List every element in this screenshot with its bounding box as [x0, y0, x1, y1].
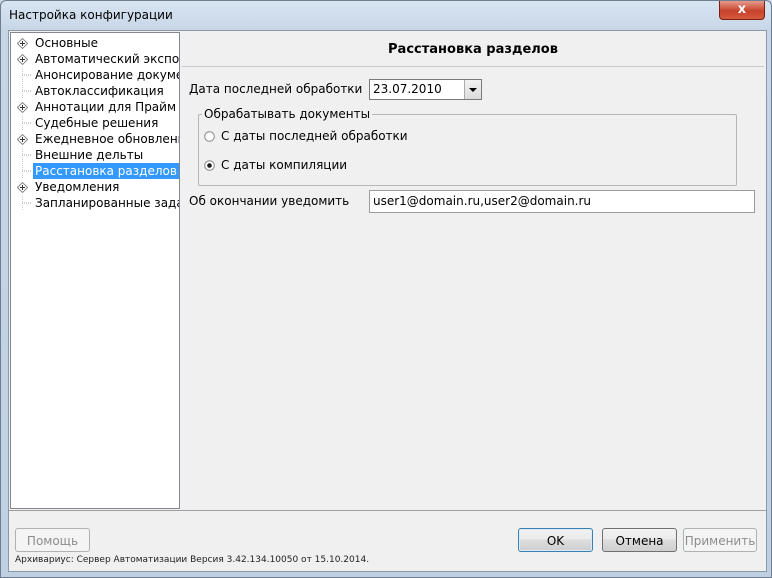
ok-button[interactable]: OK [518, 528, 593, 552]
tree-line-icon [22, 195, 32, 211]
notify-email-value: user1@domain.ru,user2@domain.ru [373, 194, 592, 208]
footer-divider [9, 510, 766, 511]
expand-icon[interactable] [17, 102, 28, 113]
title-bar[interactable]: Настройка конфигурации x [1, 1, 771, 31]
last-processing-date-select[interactable]: 23.07.2010 [369, 79, 482, 100]
tree-item-label: Судебные решения [35, 116, 159, 130]
dialog-client-area: Основные Автоматический экспорт Анонсирова… [8, 30, 767, 572]
tree-item-label: Автоматический экспорт [35, 52, 180, 66]
tree-line-icon [22, 147, 32, 163]
radio-checked-icon[interactable] [204, 160, 215, 171]
version-text: Архивариус: Сервер Автоматизации Версия … [15, 555, 370, 565]
expand-icon[interactable] [17, 182, 28, 193]
cancel-button[interactable]: Отмена [602, 528, 677, 552]
close-button[interactable]: x [719, 1, 765, 20]
cancel-button-label: Отмена [615, 534, 664, 548]
last-processing-label: Дата последней обработки [189, 82, 363, 96]
radio-last-processing-label: С даты последней обработки [221, 129, 408, 143]
settings-tree[interactable]: Основные Автоматический экспорт Анонсирова… [10, 32, 180, 509]
config-window: Настройка конфигурации x Основные Автомат… [0, 0, 772, 578]
window-title: Настройка конфигурации [9, 8, 173, 22]
close-icon: x [737, 2, 747, 17]
radio-compilation-label: С даты компиляции [221, 158, 348, 172]
expand-icon[interactable] [17, 38, 28, 49]
tree-item-label: Запланированные задания [35, 196, 179, 210]
tree-item-label: Аннотации для Прайм [35, 100, 177, 114]
tree-item-label: Расстановка разделов [33, 163, 179, 179]
tree-item-label: Анонсирование документов [35, 68, 179, 82]
apply-button-label: Применить [684, 534, 756, 548]
tree-item-label: Автоклассификация [35, 84, 164, 98]
tree-line-icon [22, 163, 32, 179]
radio-unchecked-icon[interactable] [204, 131, 215, 142]
expand-icon[interactable] [17, 54, 28, 65]
panel-title: Расстановка разделов [388, 42, 558, 57]
settings-panel: Расстановка разделов Дата последней обра… [182, 32, 764, 507]
process-documents-group [198, 114, 737, 186]
tree-line-icon [22, 115, 32, 131]
process-documents-legend: Обрабатывать документы [202, 107, 373, 121]
tree-line-icon [22, 83, 32, 99]
tree-item-label: Основные [35, 36, 99, 50]
tree-line-icon [22, 67, 32, 83]
notify-label: Об окончании уведомить [189, 194, 350, 208]
last-processing-date-value: 23.07.2010 [373, 82, 442, 96]
tree-item-label: Внешние дельты [35, 148, 144, 162]
panel-header: Расстановка разделов [182, 32, 764, 67]
tree-item-label: Ежедневное обновление [35, 132, 180, 146]
chevron-down-icon [469, 88, 477, 92]
help-button-label: Помощь [26, 534, 79, 548]
tree-item-label: Уведомления [35, 180, 120, 194]
notify-email-field[interactable]: user1@domain.ru,user2@domain.ru [369, 190, 755, 213]
dropdown-button[interactable] [464, 80, 481, 99]
ok-button-label: OK [546, 534, 565, 548]
expand-icon[interactable] [17, 134, 28, 145]
apply-button[interactable]: Применить [683, 528, 757, 552]
help-button[interactable]: Помощь [15, 528, 90, 552]
